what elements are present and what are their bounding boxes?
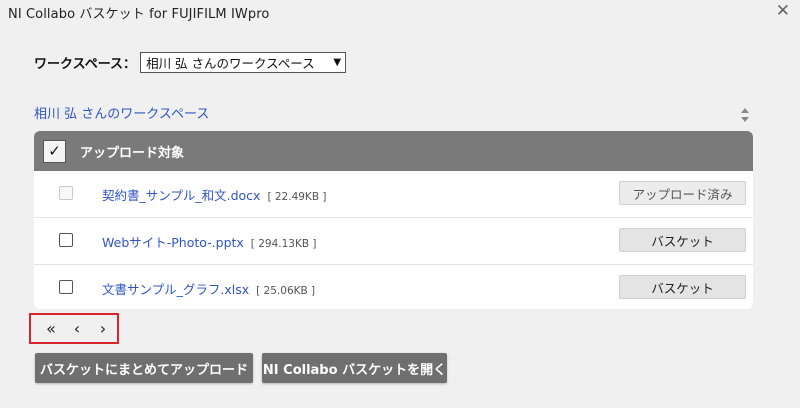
basket-button[interactable]: バスケット [619,275,746,299]
select-all-checkbox[interactable]: ✓ [43,139,66,163]
workspace-selector-row: ワークスペース： 相川 弘 さんのワークスペース ▼ [34,51,347,73]
upload-all-button[interactable]: バスケットにまとめてアップロード [35,353,253,383]
open-basket-button[interactable]: NI Collabo バスケットを開く [262,353,447,383]
table-header: ✓ アップロード対象 [34,131,753,171]
prev-page-icon[interactable]: ‹ [65,319,89,338]
next-page-icon[interactable]: › [91,319,115,338]
table-row: 契約書_サンプル_和文.docx [ 22.49KB ] アップロード済み [34,171,753,218]
row-checkbox[interactable] [59,233,73,247]
uploaded-button: アップロード済み [619,181,746,205]
table-row: Webサイト-Photo-.pptx [ 294.13KB ] バスケット [34,218,753,265]
file-info: 契約書_サンプル_和文.docx [ 22.49KB ] [102,185,326,204]
workspace-label: ワークスペース： [34,56,137,72]
close-icon[interactable]: ✕ [776,0,790,22]
file-name-link[interactable]: 文書サンプル_グラフ.xlsx [102,282,249,297]
file-name-link[interactable]: Webサイト-Photo-.pptx [102,235,244,250]
file-size: [ 22.49KB ] [267,191,327,203]
file-info: Webサイト-Photo-.pptx [ 294.13KB ] [102,232,317,251]
pagination: « ‹ › [29,313,119,344]
upload-file-table: ✓ アップロード対象 契約書_サンプル_和文.docx [ 22.49KB ] … [34,131,753,309]
first-page-icon[interactable]: « [39,319,63,338]
file-info: 文書サンプル_グラフ.xlsx [ 25.06KB ] [102,279,315,298]
file-name-link[interactable]: 契約書_サンプル_和文.docx [102,188,260,203]
workspace-select-value: 相川 弘 さんのワークスペース [146,55,315,71]
workspace-link[interactable]: 相川 弘 さんのワークスペース [34,103,209,122]
workspace-select[interactable]: 相川 弘 さんのワークスペース ▼ [140,51,347,73]
title-bar: NI Collabo バスケット for FUJIFILM IWpro ✕ [0,0,800,24]
basket-button[interactable]: バスケット [619,228,746,252]
table-row: 文書サンプル_グラフ.xlsx [ 25.06KB ] バスケット [34,265,753,309]
table-header-label: アップロード対象 [80,145,185,161]
window-title: NI Collabo バスケット for FUJIFILM IWpro [8,7,270,22]
file-size: [ 25.06KB ] [256,285,316,297]
checkmark-icon: ✓ [48,142,61,160]
row-checkbox[interactable] [59,280,73,294]
sort-icon[interactable] [740,107,750,123]
row-checkbox [59,186,73,200]
chevron-down-icon: ▼ [333,56,342,68]
file-size: [ 294.13KB ] [250,238,317,250]
